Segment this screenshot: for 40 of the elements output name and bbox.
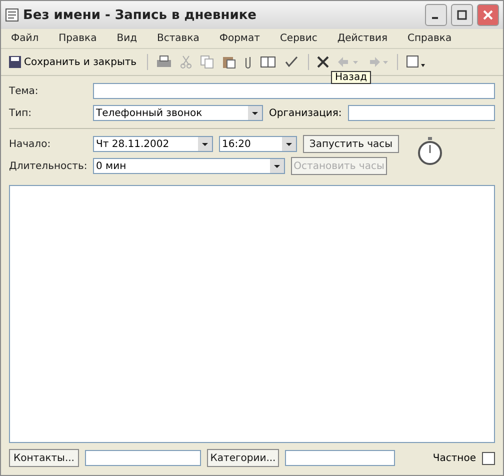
private-checkbox[interactable] <box>482 452 495 464</box>
maximize-icon[interactable] <box>457 10 467 20</box>
print-icon[interactable] <box>156 55 172 69</box>
type-dropdown[interactable]: Телефонный звонок <box>93 105 263 121</box>
tooltip: Назад <box>331 71 372 84</box>
categories-field[interactable] <box>285 450 395 466</box>
menu-item[interactable]: Формат <box>219 33 260 44</box>
menu-item[interactable]: Вид <box>116 33 137 44</box>
paste-icon[interactable] <box>222 55 236 69</box>
menu-item[interactable]: Справка <box>408 33 452 44</box>
paperclip-icon[interactable] <box>244 55 252 69</box>
minimize-button[interactable] <box>425 4 447 26</box>
menu-item[interactable]: Правка <box>58 33 97 44</box>
duration-label: Длительность: <box>9 160 87 172</box>
menu-item[interactable]: Вставка <box>156 33 200 44</box>
categories-button[interactable]: Категории... <box>207 449 279 467</box>
company-field[interactable] <box>348 105 495 121</box>
private-label: Частное <box>432 452 476 464</box>
maximize-button[interactable] <box>451 4 473 26</box>
company-label: Организация: <box>269 108 342 118</box>
subject-label: Тема: <box>9 86 40 96</box>
menu-item[interactable]: Файл <box>11 33 39 44</box>
contacts-button[interactable]: Контакты... <box>9 449 79 467</box>
start-label: Начало: <box>9 138 52 150</box>
close-icon[interactable] <box>483 10 493 20</box>
menu-item[interactable]: Сервис <box>280 33 318 44</box>
contacts-field[interactable] <box>85 450 201 466</box>
time-field[interactable]: 16:20 <box>219 136 297 152</box>
window-title: Без имени - Запись в дневнике <box>23 8 258 22</box>
type-label: Тип: <box>9 108 33 118</box>
start-timer-button[interactable]: Запустить часы <box>303 135 399 153</box>
duration-dropdown[interactable]: 0 мин <box>93 158 285 174</box>
subject-field[interactable] <box>93 83 495 99</box>
stopwatch-icon <box>415 136 445 166</box>
delete-icon[interactable] <box>316 56 329 68</box>
date-field[interactable]: Чт 28.11.2002 <box>93 136 213 152</box>
journal-icon <box>5 8 19 22</box>
save-close-button[interactable]: Сохранить и закрыть <box>7 56 139 68</box>
address-book-icon[interactable] <box>260 55 276 69</box>
menu-item[interactable]: Действия <box>337 33 388 44</box>
